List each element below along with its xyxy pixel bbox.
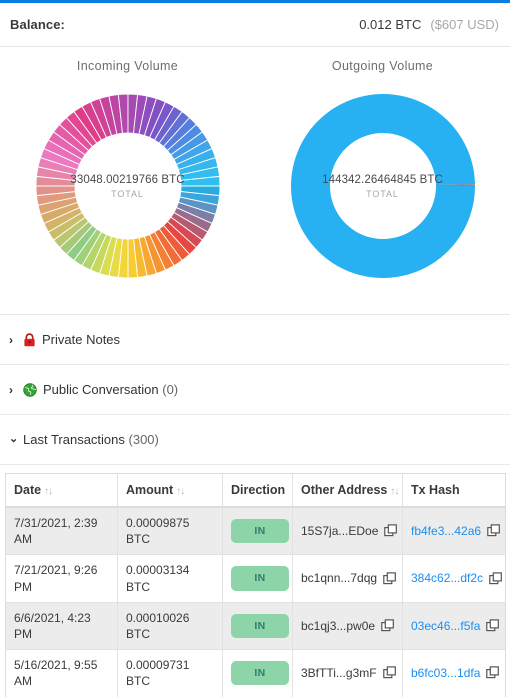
table-row: 7/31/2021, 2:39 AM 0.00009875 BTC IN 15S7ja… bbox=[5, 507, 506, 556]
cell-direction: IN bbox=[222, 602, 293, 651]
section-public-conversation-label: Public Conversation (0) bbox=[43, 382, 178, 397]
copy-icon[interactable] bbox=[384, 524, 398, 538]
tx-hash-link[interactable]: b6fc03...1dfa bbox=[411, 665, 480, 681]
direction-badge: IN bbox=[231, 519, 289, 544]
direction-badge: IN bbox=[231, 566, 289, 591]
section-public-conversation[interactable]: › Public Conversation (0) bbox=[0, 365, 510, 415]
section-public-conversation-text: Public Conversation bbox=[43, 382, 159, 397]
section-private-notes-label: Private Notes bbox=[42, 332, 121, 347]
column-header-date[interactable]: Date ↑↓ bbox=[5, 473, 118, 508]
table-row: 7/21/2021, 9:26 PM 0.00003134 BTC IN bc1qnn… bbox=[5, 554, 506, 603]
cell-other-address: 15S7ja...EDoe bbox=[292, 507, 403, 556]
chevron-right-icon: › bbox=[9, 332, 13, 347]
cell-other-address: bc1qnn...7dqg bbox=[292, 554, 403, 603]
column-header-amount-label: Amount bbox=[126, 483, 174, 497]
cell-tx-hash: fb4fe3...42a6 bbox=[402, 507, 506, 556]
cell-date: 7/21/2021, 9:26 PM bbox=[5, 554, 118, 603]
table-head: Date ↑↓ Amount ↑↓ Direction Other Address ↑… bbox=[5, 473, 506, 508]
copy-icon[interactable] bbox=[489, 571, 503, 586]
other-address-text: bc1qj3...pw0e bbox=[301, 618, 376, 633]
column-header-other-address[interactable]: Other Address ↑↓ bbox=[292, 473, 403, 508]
transactions-table: Date ↑↓ Amount ↑↓ Direction Other Address ↑… bbox=[5, 473, 506, 697]
cell-date: 6/6/2021, 4:23 PM bbox=[5, 602, 118, 651]
column-header-amount[interactable]: Amount ↑↓ bbox=[117, 473, 223, 508]
column-header-direction: Direction bbox=[222, 473, 293, 508]
copy-icon[interactable] bbox=[382, 666, 397, 680]
transactions-table-wrap: Date ↑↓ Amount ↑↓ Direction Other Address ↑… bbox=[0, 465, 510, 697]
cell-tx-hash: 03ec46...f5fa bbox=[402, 602, 506, 651]
outgoing-chart-title: Outgoing Volume bbox=[331, 59, 434, 73]
column-header-tx-hash: Tx Hash bbox=[402, 473, 506, 508]
cell-direction: IN bbox=[222, 649, 293, 697]
other-address-text: 3BfTTi...g3mF bbox=[301, 666, 377, 681]
account-detail-page: Balance: 0.012 BTC ($607 USD) Incoming V… bbox=[0, 0, 510, 697]
table-body: 7/31/2021, 2:39 AM 0.00009875 BTC IN 15S7ja… bbox=[5, 507, 506, 697]
cell-tx-hash: 384c62...df2c bbox=[402, 554, 506, 603]
balance-label: Balance: bbox=[10, 17, 65, 32]
balance-bar: Balance: 0.012 BTC ($607 USD) bbox=[0, 3, 510, 47]
column-header-other-address-label: Other Address bbox=[301, 483, 388, 497]
other-address-text: 15S7ja...EDoe bbox=[301, 524, 379, 539]
copy-icon[interactable] bbox=[486, 666, 500, 680]
table-header-row: Date ↑↓ Amount ↑↓ Direction Other Address ↑… bbox=[5, 473, 506, 508]
balance-usd-value: ($607 USD) bbox=[430, 17, 499, 32]
outgoing-donut: 144342.26464845 BTC TOTAL bbox=[274, 77, 492, 295]
cell-amount: 0.00009875 BTC bbox=[117, 507, 223, 556]
copy-icon[interactable] bbox=[486, 619, 500, 633]
balance-btc-value: 0.012 BTC bbox=[359, 17, 422, 32]
volume-charts: Incoming Volume 33048.00219766 BTC TOTAL… bbox=[0, 47, 510, 315]
column-header-direction-label: Direction bbox=[231, 483, 286, 497]
balance-values: 0.012 BTC ($607 USD) bbox=[359, 17, 502, 32]
section-last-transactions[interactable]: ⌄ Last Transactions (300) bbox=[0, 415, 510, 465]
section-last-transactions-text: Last Transactions bbox=[23, 432, 125, 447]
direction-badge: IN bbox=[231, 661, 289, 686]
table-row: 5/16/2021, 9:55 AM 0.00009731 BTC IN 3BfTTi… bbox=[5, 649, 506, 697]
incoming-chart-title: Incoming Volume bbox=[76, 59, 179, 73]
cell-direction: IN bbox=[222, 554, 293, 603]
chevron-right-icon: › bbox=[9, 382, 13, 397]
copy-icon[interactable] bbox=[383, 571, 397, 586]
sort-arrows-icon[interactable]: ↑↓ bbox=[176, 486, 185, 497]
cell-amount: 0.00003134 BTC bbox=[117, 554, 223, 603]
cell-tx-hash: b6fc03...1dfa bbox=[402, 649, 506, 697]
cell-date: 7/31/2021, 2:39 AM bbox=[5, 507, 118, 556]
copy-icon[interactable] bbox=[381, 619, 395, 633]
tx-hash-link[interactable]: 384c62...df2c bbox=[411, 570, 483, 586]
outgoing-donut-svg bbox=[290, 93, 475, 278]
incoming-donut: 33048.00219766 BTC TOTAL bbox=[19, 77, 237, 295]
section-last-transactions-label: Last Transactions (300) bbox=[23, 432, 159, 447]
chevron-down-icon: ⌄ bbox=[9, 433, 19, 445]
lock-icon bbox=[23, 332, 36, 347]
section-public-conversation-count: (0) bbox=[162, 382, 179, 397]
sort-arrows-icon[interactable]: ↑↓ bbox=[390, 486, 399, 497]
sort-arrows-icon[interactable]: ↑↓ bbox=[44, 486, 53, 497]
tx-hash-link[interactable]: 03ec46...f5fa bbox=[411, 618, 480, 634]
other-address-text: bc1qnn...7dqg bbox=[301, 571, 378, 586]
section-private-notes[interactable]: › Private Notes bbox=[0, 315, 510, 365]
table-row: 6/6/2021, 4:23 PM 0.00010026 BTC IN bc1qj3.… bbox=[5, 602, 506, 651]
copy-icon[interactable] bbox=[487, 524, 501, 538]
globe-icon bbox=[23, 382, 37, 397]
incoming-volume-chart: Incoming Volume 33048.00219766 BTC TOTAL bbox=[0, 47, 255, 314]
direction-badge: IN bbox=[231, 613, 289, 639]
cell-other-address: 3BfTTi...g3mF bbox=[292, 649, 403, 697]
section-last-transactions-count: (300) bbox=[128, 432, 159, 447]
column-header-tx-hash-label: Tx Hash bbox=[411, 483, 460, 497]
cell-amount: 0.00010026 BTC bbox=[117, 602, 223, 651]
cell-other-address: bc1qj3...pw0e bbox=[292, 602, 403, 651]
cell-date: 5/16/2021, 9:55 AM bbox=[5, 649, 118, 697]
tx-hash-link[interactable]: fb4fe3...42a6 bbox=[411, 523, 481, 539]
outgoing-volume-chart: Outgoing Volume 144342.26464845 BTC TOTA… bbox=[255, 47, 510, 314]
incoming-donut-svg bbox=[35, 93, 220, 279]
cell-amount: 0.00009731 BTC bbox=[117, 649, 223, 697]
cell-direction: IN bbox=[222, 507, 293, 556]
column-header-date-label: Date bbox=[14, 483, 42, 497]
